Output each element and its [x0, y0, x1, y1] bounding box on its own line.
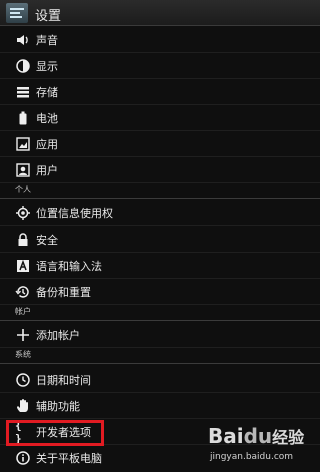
keyboard-letter-icon [15, 258, 31, 274]
settings-item-add-account[interactable]: 添加帐户 [0, 322, 320, 348]
user-icon [15, 162, 31, 178]
section-header-accounts: 帐户 [0, 305, 320, 321]
watermark-logo: Baidu经验 [208, 424, 305, 448]
settings-item-language[interactable]: 语言和输入法 [0, 253, 320, 279]
settings-item-label: 日期和时间 [36, 374, 91, 387]
speaker-icon [15, 32, 31, 48]
settings-item-date-time[interactable]: 日期和时间 [0, 367, 320, 393]
settings-item-accessibility[interactable]: 辅助功能 [0, 393, 320, 419]
plus-icon [15, 327, 31, 343]
settings-item-label: 应用 [36, 138, 58, 151]
settings-item-battery[interactable]: 电池 [0, 105, 320, 131]
settings-item-label: 备份和重置 [36, 286, 91, 299]
settings-item-label: 关于平板电脑 [36, 452, 102, 465]
settings-item-storage[interactable]: 存储 [0, 79, 320, 105]
settings-item-label: 开发者选项 [36, 426, 91, 439]
storage-icon [15, 84, 31, 100]
settings-item-label: 存储 [36, 86, 58, 99]
settings-item-security[interactable]: 安全 [0, 227, 320, 253]
settings-item-label: 声音 [36, 34, 58, 47]
section-label: 系统 [15, 350, 31, 359]
section-label: 个人 [15, 185, 31, 194]
settings-item-users[interactable]: 用户 [0, 157, 320, 183]
section-header-personal: 个人 [0, 183, 320, 199]
apps-icon [15, 136, 31, 152]
watermark-url: jingyan.baidu.com [210, 452, 294, 462]
settings-item-label: 位置信息使用权 [36, 207, 113, 220]
baidu-watermark: Baidu经验 jingyan.baidu.com [202, 424, 314, 472]
battery-icon [15, 110, 31, 126]
braces-icon: { } [15, 419, 22, 445]
settings-item-label: 语言和输入法 [36, 260, 102, 273]
settings-item-apps[interactable]: 应用 [0, 131, 320, 157]
info-icon [15, 450, 31, 466]
clock-icon [15, 372, 31, 388]
settings-item-backup[interactable]: 备份和重置 [0, 279, 320, 305]
settings-item-display[interactable]: 显示 [0, 53, 320, 79]
title-bar: 设置 [0, 0, 320, 26]
settings-item-label: 添加帐户 [36, 329, 80, 342]
settings-item-label: 用户 [36, 164, 58, 177]
settings-item-label: 电池 [36, 112, 58, 125]
section-header-system: 系统 [0, 348, 320, 364]
location-icon [15, 205, 31, 221]
hand-icon [15, 398, 31, 414]
settings-item-label: 显示 [36, 60, 58, 73]
brightness-icon [15, 58, 31, 74]
page-title: 设置 [35, 9, 62, 24]
settings-item-label: 安全 [36, 234, 58, 247]
settings-app-icon[interactable] [6, 3, 28, 23]
settings-item-location[interactable]: 位置信息使用权 [0, 200, 320, 226]
settings-item-label: 辅助功能 [36, 400, 80, 413]
backup-restore-icon [15, 284, 31, 300]
section-label: 帐户 [15, 307, 31, 316]
settings-item-sound[interactable]: 声音 [0, 27, 320, 53]
lock-icon [15, 232, 31, 248]
